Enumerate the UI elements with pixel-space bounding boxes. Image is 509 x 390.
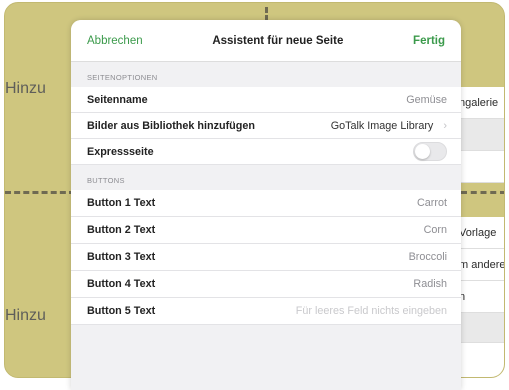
library-images-label: Bilder aus Bibliothek hinzufügen — [87, 119, 255, 132]
board-label-add-2[interactable]: Hinzu — [5, 307, 46, 325]
cancel-button[interactable]: Abbrechen — [87, 35, 143, 47]
new-page-wizard-modal: Abbrechen Assistent für neue Seite Ferti… — [71, 20, 461, 390]
button-2-text-field[interactable]: Corn — [424, 224, 447, 236]
express-page-label: Expressseite — [87, 145, 154, 158]
section-header-buttons: BUTTONS — [87, 176, 125, 185]
button-3-label: Button 3 Text — [87, 251, 156, 263]
button-1-text-field[interactable]: Carrot — [417, 197, 447, 209]
library-value: GoTalk Image Library — [330, 119, 434, 132]
button-3-text-field[interactable]: Broccoli — [409, 251, 447, 263]
button-5-text-field[interactable]: Für leeres Feld nichts eingeben — [296, 305, 447, 317]
button-4-row[interactable]: Button 4 Text Radish — [71, 271, 461, 298]
page-name-label: Seitenname — [87, 93, 148, 106]
button-1-label: Button 1 Text — [87, 197, 156, 209]
button-5-label: Button 5 Text — [87, 305, 156, 317]
button-4-label: Button 4 Text — [87, 278, 156, 290]
button-2-label: Button 2 Text — [87, 224, 156, 236]
button-2-row[interactable]: Button 2 Text Corn — [71, 217, 461, 244]
library-selector[interactable]: GoTalk Image Library › — [331, 120, 447, 132]
modal-navbar: Abbrechen Assistent für neue Seite Ferti… — [71, 20, 461, 62]
library-images-row[interactable]: Bilder aus Bibliothek hinzufügen GoTalk … — [71, 113, 461, 139]
button-3-row[interactable]: Button 3 Text Broccoli — [71, 244, 461, 271]
express-page-row: Expressseite — [71, 139, 461, 165]
board-divider-right — [461, 191, 504, 194]
button-1-row[interactable]: Button 1 Text Carrot — [71, 190, 461, 217]
section-header-page-options: SEITENOPTIONEN — [87, 73, 158, 82]
button-4-text-field[interactable]: Radish — [413, 278, 447, 290]
modal-title: Assistent für neue Seite — [212, 34, 344, 47]
express-page-toggle[interactable] — [413, 142, 447, 161]
done-button[interactable]: Fertig — [413, 35, 445, 47]
board-label-add-1[interactable]: Hinzu — [5, 80, 46, 98]
page-name-field[interactable]: Gemüse — [406, 94, 447, 106]
toggle-knob — [415, 144, 430, 159]
chevron-right-icon: › — [443, 119, 447, 132]
board-divider-top — [5, 191, 75, 194]
page-name-row[interactable]: Seitenname Gemüse — [71, 87, 461, 113]
button-5-row[interactable]: Button 5 Text Für leeres Feld nichts ein… — [71, 298, 461, 325]
